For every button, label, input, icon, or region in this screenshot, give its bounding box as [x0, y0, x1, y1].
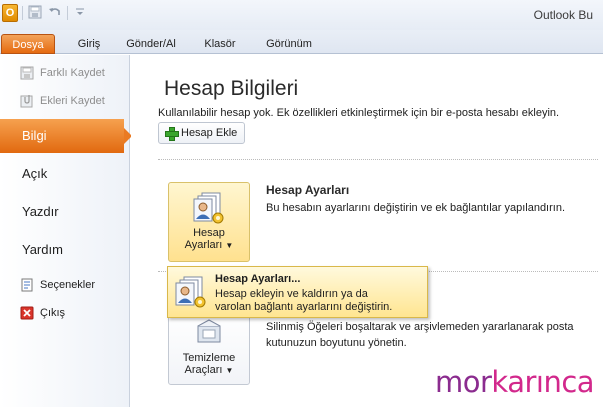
- cleanup-description-line2: kutunuzun boyutunu yönetin.: [266, 337, 407, 349]
- cleanup-tools-button-line1: Temizleme: [182, 352, 236, 364]
- menu-item-description: Hesap ekleyin ve kaldırın ya da varolan …: [215, 288, 393, 313]
- tab-file[interactable]: Dosya: [1, 34, 55, 54]
- account-settings-description: Bu hesabın ayarlarını değiştirin ve ek b…: [266, 202, 566, 214]
- outlook-app-icon[interactable]: O: [2, 4, 18, 22]
- cleanup-tools-button[interactable]: Temizleme Araçları ▼: [168, 311, 250, 385]
- account-settings-button-line1: Hesap: [193, 227, 225, 239]
- watermark-logo: morkarınca: [435, 365, 595, 399]
- page-title: Hesap Bilgileri: [164, 77, 299, 100]
- nav-tab-help[interactable]: Yardım: [0, 233, 130, 267]
- save-as-label: Farklı Kaydet: [40, 67, 105, 79]
- plus-icon: [165, 127, 179, 141]
- cleanup-tools-icon: [192, 316, 226, 350]
- nav-tab-info[interactable]: Bilgi: [0, 119, 132, 153]
- tab-send-receive[interactable]: Gönder/Al: [120, 34, 182, 54]
- save-attachments-label: Ekleri Kaydet: [40, 95, 105, 107]
- page-description: Kullanılabilir hesap yok. Ek özellikleri…: [158, 107, 560, 119]
- options-icon: [20, 278, 34, 292]
- account-settings-menu-icon: [174, 275, 208, 309]
- save-attachments-command[interactable]: Ekleri Kaydet: [20, 91, 105, 111]
- section-divider: [158, 159, 598, 160]
- customize-qat-icon[interactable]: [72, 5, 88, 21]
- backstage-nav: Farklı Kaydet Ekleri Kaydet Bilgi Açık Y…: [0, 55, 132, 407]
- chevron-down-icon: ▼: [225, 366, 234, 375]
- save-as-icon: [20, 66, 34, 80]
- menu-item-account-settings[interactable]: Hesap Ayarları...: [215, 273, 300, 285]
- account-settings-icon: [192, 191, 226, 225]
- tab-home[interactable]: Giriş: [74, 34, 104, 54]
- save-as-command[interactable]: Farklı Kaydet: [20, 63, 105, 83]
- nav-tab-print[interactable]: Yazdır: [0, 195, 130, 229]
- quick-access-toolbar: O: [2, 4, 88, 22]
- account-settings-button-line2: Ayarları ▼: [184, 239, 234, 251]
- add-account-button[interactable]: Hesap Ekle: [158, 122, 246, 144]
- options-label: Seçenekler: [40, 279, 96, 291]
- exit-command[interactable]: Çıkış: [20, 303, 65, 323]
- cleanup-description-line1: Silinmiş Öğeleri boşaltarak ve arşivleme…: [266, 321, 574, 333]
- account-settings-title: Hesap Ayarları: [266, 183, 350, 197]
- account-settings-button[interactable]: Hesap Ayarları ▼: [168, 182, 250, 262]
- exit-label: Çıkış: [40, 307, 66, 319]
- chevron-down-icon: ▼: [225, 241, 234, 250]
- cleanup-tools-button-line2: Araçları ▼: [184, 364, 234, 376]
- qat-separator: [22, 6, 23, 20]
- qat-separator: [67, 6, 68, 20]
- nav-tab-open[interactable]: Açık: [0, 157, 130, 191]
- undo-icon[interactable]: [47, 5, 63, 21]
- window-title: Outlook Bu: [533, 8, 593, 22]
- account-settings-menu: Hesap Ayarları... Hesap ekleyin ve kaldı…: [167, 266, 428, 318]
- ribbon-tab-bar: Dosya Giriş Gönder/Al Klasör Görünüm: [0, 30, 603, 54]
- add-account-label: Hesap Ekle: [181, 127, 238, 139]
- tab-view[interactable]: Görünüm: [262, 34, 316, 54]
- close-icon: [20, 306, 34, 320]
- title-bar: O Outlook Bu: [0, 0, 603, 30]
- tab-folder[interactable]: Klasör: [200, 34, 240, 54]
- options-command[interactable]: Seçenekler: [20, 275, 95, 295]
- save-attachments-icon: [20, 94, 34, 108]
- account-info-pane: Hesap Bilgileri Kullanılabilir hesap yok…: [131, 55, 603, 407]
- save-icon[interactable]: [27, 5, 43, 21]
